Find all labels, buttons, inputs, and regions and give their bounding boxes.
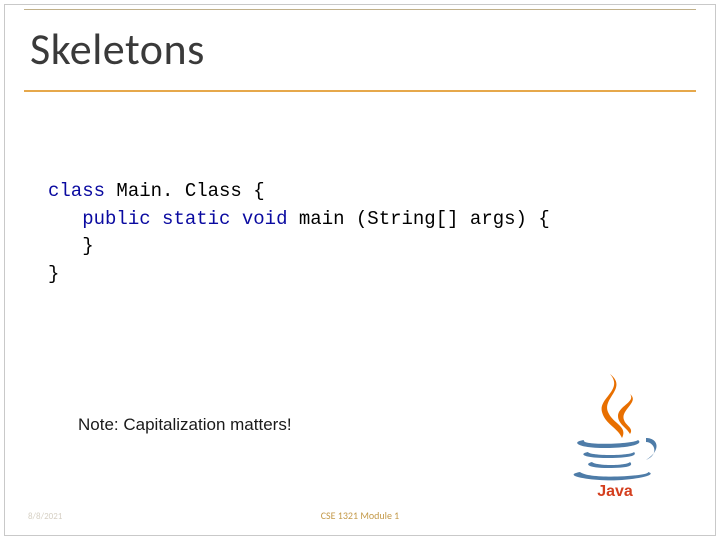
keyword-public: public (82, 208, 150, 230)
java-wordmark: Java (597, 483, 633, 498)
footer-course: CSE 1321 Module 1 (0, 509, 720, 522)
page-title: Skeletons (30, 22, 205, 76)
keyword-void: void (242, 208, 288, 230)
code-space (230, 208, 241, 230)
code-text: } (48, 263, 59, 285)
note-text: Note: Capitalization matters! (78, 415, 292, 435)
top-rule (24, 9, 696, 10)
java-logo-icon: Java (550, 368, 680, 498)
keyword-class: class (48, 180, 105, 202)
code-text: main (String[] args) { (287, 208, 549, 230)
code-space (151, 208, 162, 230)
code-text: Main. Class { (105, 180, 265, 202)
keyword-static: static (162, 208, 230, 230)
code-text: } (48, 235, 94, 257)
code-indent (48, 208, 82, 230)
accent-rule (24, 90, 696, 92)
code-block: class Main. Class { public static void m… (48, 178, 550, 288)
